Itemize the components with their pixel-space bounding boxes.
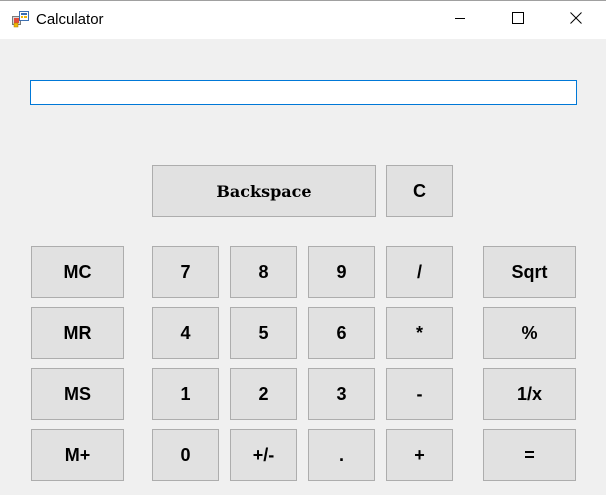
subtract-button[interactable]: - bbox=[386, 368, 453, 420]
digit-9-button[interactable]: 9 bbox=[308, 246, 375, 298]
title-bar[interactable]: Calculator bbox=[0, 1, 606, 39]
digit-2-button[interactable]: 2 bbox=[230, 368, 297, 420]
add-button[interactable]: + bbox=[386, 429, 453, 481]
digit-0-button[interactable]: 0 bbox=[152, 429, 219, 481]
close-icon bbox=[570, 11, 582, 29]
calculator-window: Calculator Backspace C MC MR MS M+ 7 8 9… bbox=[0, 0, 606, 495]
memory-recall-button[interactable]: MR bbox=[31, 307, 124, 359]
minimize-button[interactable] bbox=[437, 1, 483, 39]
digit-5-button[interactable]: 5 bbox=[230, 307, 297, 359]
maximize-button[interactable] bbox=[495, 1, 541, 39]
sqrt-button[interactable]: Sqrt bbox=[483, 246, 576, 298]
negate-button[interactable]: +/- bbox=[230, 429, 297, 481]
window-title: Calculator bbox=[36, 11, 104, 28]
reciprocal-button[interactable]: 1/x bbox=[483, 368, 576, 420]
memory-store-button[interactable]: MS bbox=[31, 368, 124, 420]
percent-button[interactable]: % bbox=[483, 307, 576, 359]
close-button[interactable] bbox=[553, 1, 599, 39]
multiply-button[interactable]: * bbox=[386, 307, 453, 359]
digit-7-button[interactable]: 7 bbox=[152, 246, 219, 298]
digit-1-button[interactable]: 1 bbox=[152, 368, 219, 420]
minimize-icon bbox=[454, 11, 466, 29]
equals-button[interactable]: = bbox=[483, 429, 576, 481]
clear-button[interactable]: C bbox=[386, 165, 453, 217]
calculator-app-icon bbox=[12, 11, 29, 28]
memory-clear-button[interactable]: MC bbox=[31, 246, 124, 298]
maximize-icon bbox=[512, 11, 524, 29]
backspace-button[interactable]: Backspace bbox=[152, 165, 376, 217]
memory-add-button[interactable]: M+ bbox=[31, 429, 124, 481]
digit-3-button[interactable]: 3 bbox=[308, 368, 375, 420]
decimal-button[interactable]: . bbox=[308, 429, 375, 481]
digit-4-button[interactable]: 4 bbox=[152, 307, 219, 359]
digit-8-button[interactable]: 8 bbox=[230, 246, 297, 298]
divide-button[interactable]: / bbox=[386, 246, 453, 298]
display-field[interactable] bbox=[30, 80, 577, 105]
digit-6-button[interactable]: 6 bbox=[308, 307, 375, 359]
